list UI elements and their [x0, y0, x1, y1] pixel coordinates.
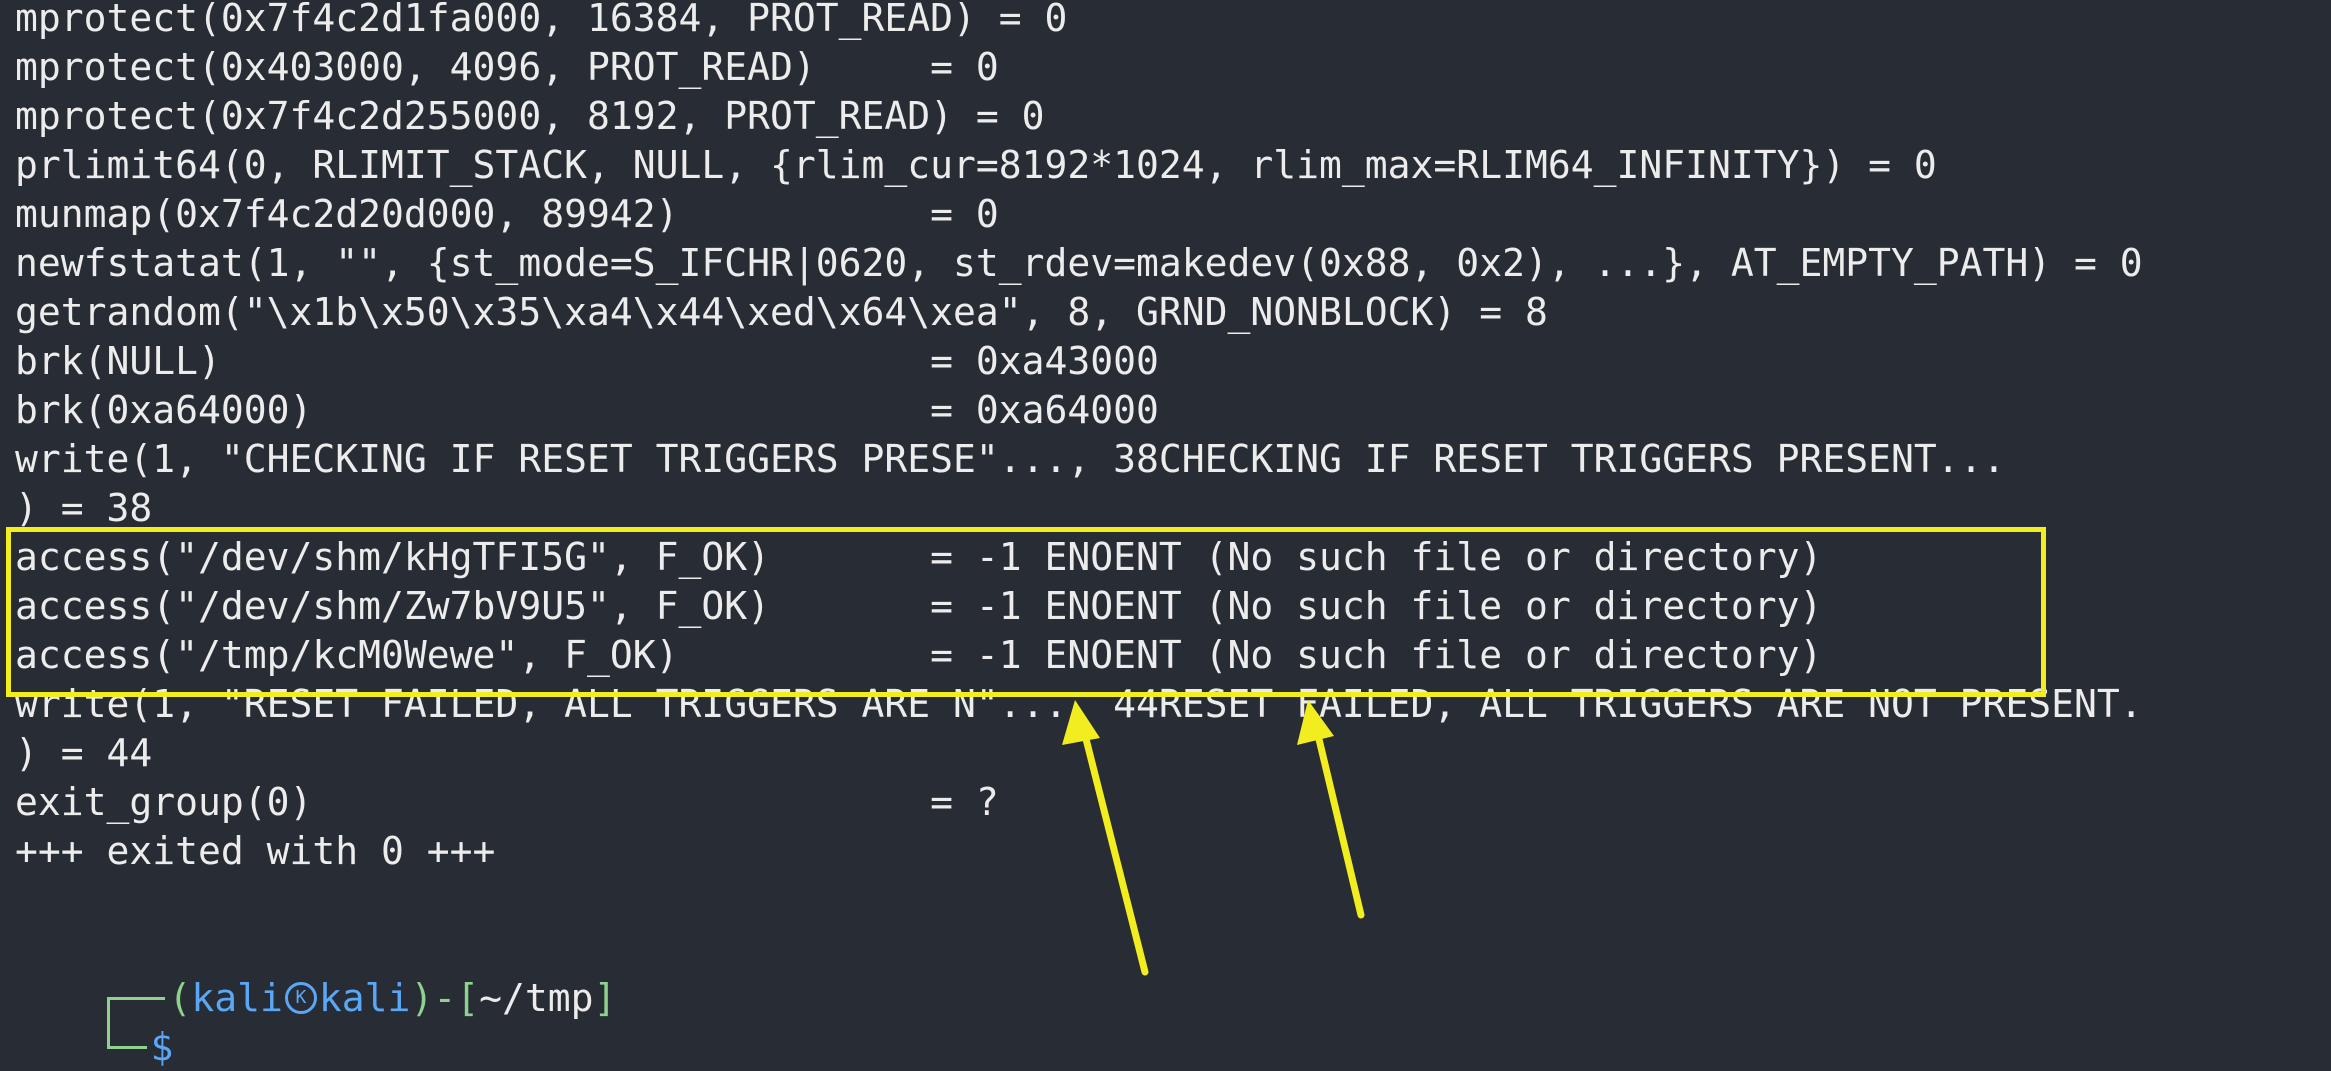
prompt-host: kali — [318, 976, 411, 1020]
kali-icon: K — [284, 981, 317, 1014]
arrow-left — [1062, 700, 1149, 976]
terminal-line: brk(NULL) = 0xa43000 — [15, 339, 1159, 383]
terminal-line: ) = 38 — [15, 486, 153, 530]
terminal-line: prlimit64(0, RLIMIT_STACK, NULL, {rlim_c… — [15, 143, 1937, 187]
prompt-symbol: $ — [150, 1025, 174, 1069]
terminal-line: mprotect(0x7f4c2d1fa000, 16384, PROT_REA… — [15, 0, 1068, 40]
terminal-line: write(1, "CHECKING IF RESET TRIGGERS PRE… — [15, 437, 2006, 481]
terminal-line: +++ exited with 0 +++ — [15, 829, 496, 873]
prompt-line-2[interactable]: $ — [15, 974, 173, 1071]
terminal-line: ) = 44 — [15, 731, 153, 775]
terminal-line: getrandom("\x1b\x50\x35\xa4\x44\xed\x64\… — [15, 290, 1548, 334]
terminal-line: newfstatat(1, "", {st_mode=S_IFCHR|0620,… — [15, 241, 2143, 285]
terminal-window[interactable]: mprotect(0x7f4c2d1fa000, 16384, PROT_REA… — [0, 0, 2331, 1071]
terminal-line: mprotect(0x403000, 4096, PROT_READ) = 0 — [15, 45, 999, 89]
prompt-cwd: ~/tmp — [479, 976, 594, 1020]
arrow-right — [1297, 700, 1365, 919]
prompt-close-bracket: ] — [593, 976, 617, 1020]
highlight-box — [6, 527, 2046, 697]
terminal-line: munmap(0x7f4c2d20d000, 89942) = 0 — [15, 192, 999, 236]
prompt-bracket: )-[ — [410, 976, 480, 1020]
prompt-corner-bottom — [106, 1023, 147, 1049]
prompt-user: kali — [191, 976, 283, 1020]
terminal-line: brk(0xa64000) = 0xa64000 — [15, 388, 1159, 432]
terminal-line: mprotect(0x7f4c2d255000, 8192, PROT_READ… — [15, 94, 1045, 138]
terminal-line: exit_group(0) = ? — [15, 780, 999, 824]
